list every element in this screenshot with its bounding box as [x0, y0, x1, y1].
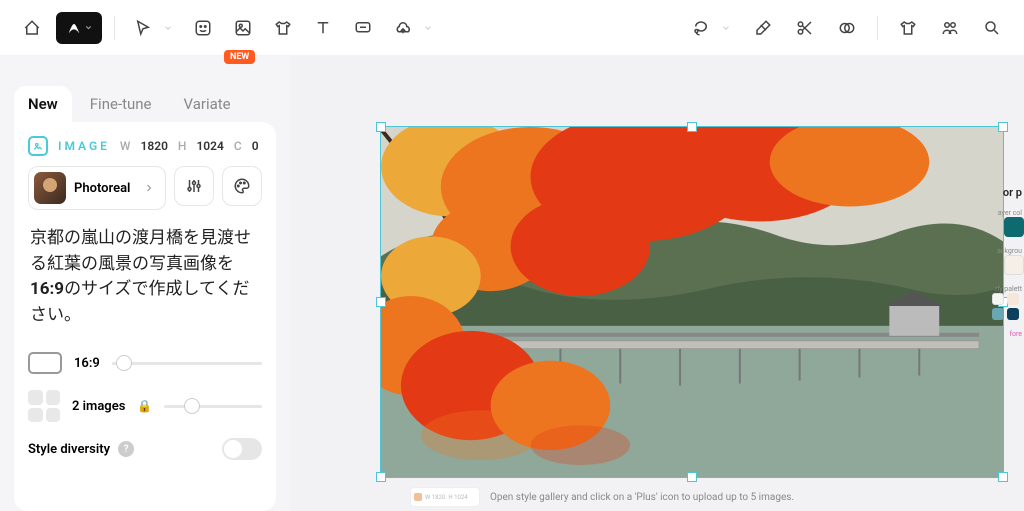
bg-color-chip[interactable]	[1004, 255, 1024, 275]
new-badge: NEW	[224, 50, 255, 64]
lock-icon: 🔒	[137, 399, 152, 413]
layer-color-label: ayer col	[992, 209, 1024, 217]
tab-variate[interactable]: Variate	[170, 86, 245, 122]
image-mode-icon	[28, 136, 48, 156]
height-value[interactable]: 1024	[196, 139, 223, 153]
resize-handle-bl[interactable]	[376, 472, 386, 482]
count-label: 2 images	[72, 399, 125, 414]
eraser-tool[interactable]	[747, 12, 779, 44]
people-tool[interactable]	[934, 12, 966, 44]
aspect-icon[interactable]	[28, 352, 62, 374]
chevron-right-icon	[143, 182, 155, 194]
height-label: H	[178, 139, 187, 153]
resize-handle-tl[interactable]	[376, 122, 386, 132]
preset-name: Photoreal	[74, 181, 130, 196]
bg-color-label: ackgrou	[992, 247, 1024, 255]
search-tool[interactable]	[976, 12, 1008, 44]
help-icon[interactable]: ?	[118, 441, 134, 457]
face-tool[interactable]	[187, 12, 219, 44]
home-icon[interactable]	[16, 12, 48, 44]
count-icon[interactable]	[28, 390, 60, 422]
preset-avatar	[34, 172, 66, 204]
tshirt-tool[interactable]	[267, 12, 299, 44]
brand-selector[interactable]	[56, 12, 102, 44]
rotation-label: C	[234, 139, 242, 153]
prompt-text-1: 京都の嵐山の渡月橋を見渡せる紅葉の風景の写真画像を	[30, 228, 251, 274]
comment-tool[interactable]	[347, 12, 379, 44]
more-label[interactable]: fore	[992, 330, 1024, 338]
rotation-value[interactable]: 0	[252, 139, 259, 153]
canvas-image[interactable]	[380, 126, 1004, 478]
aspect-slider[interactable]	[112, 362, 262, 365]
width-value[interactable]: 1820	[141, 139, 168, 153]
resize-handle-bm[interactable]	[687, 472, 697, 482]
image-tool[interactable]	[227, 12, 259, 44]
prompt-input[interactable]: 京都の嵐山の渡月橋を見渡せる紅葉の風景の写真画像を16:9のサイズで作成してくだ…	[28, 220, 262, 334]
image-label: IMAGE	[58, 139, 110, 153]
style-diversity-label: Style diversity	[28, 442, 110, 457]
cursor-tool[interactable]	[127, 12, 159, 44]
sliders-button[interactable]	[174, 166, 214, 206]
tshirt-right-tool[interactable]	[892, 12, 924, 44]
right-color-panel: or p ayer col ackgrou rly palett	[992, 186, 1024, 338]
width-label: W	[120, 139, 131, 153]
resize-handle-tr[interactable]	[998, 122, 1008, 132]
resize-handle-ml[interactable]	[376, 297, 386, 307]
chevron-down-icon[interactable]	[423, 23, 433, 33]
text-tool[interactable]	[307, 12, 339, 44]
aspect-label: 16:9	[74, 356, 100, 371]
palette-label: rly palett	[992, 285, 1024, 293]
style-diversity-toggle[interactable]	[222, 438, 262, 460]
resize-handle-br[interactable]	[998, 472, 1008, 482]
prompt-text-bold: 16:9	[30, 279, 64, 299]
tab-fine-tune[interactable]: Fine-tune	[76, 86, 166, 122]
chevron-down-icon[interactable]	[721, 23, 731, 33]
palette-chips[interactable]	[992, 293, 1024, 305]
scissors-tool[interactable]	[789, 12, 821, 44]
layer-color-chip[interactable]	[1004, 217, 1024, 237]
chevron-down-icon[interactable]	[163, 23, 173, 33]
resize-handle-tm[interactable]	[687, 122, 697, 132]
count-slider[interactable]	[164, 405, 262, 408]
upload-tool[interactable]	[387, 12, 419, 44]
blend-tool[interactable]	[831, 12, 863, 44]
right-header: or p	[992, 186, 1024, 199]
style-hint: Open style gallery and click on a 'Plus'…	[490, 492, 794, 503]
palette-button[interactable]	[222, 166, 262, 206]
preset-selector[interactable]: Photoreal	[28, 166, 166, 210]
lasso-tool[interactable]	[685, 12, 717, 44]
style-thumbnail-mini[interactable]: W 1820H 1024	[410, 487, 480, 507]
tab-new[interactable]: New	[14, 86, 72, 122]
